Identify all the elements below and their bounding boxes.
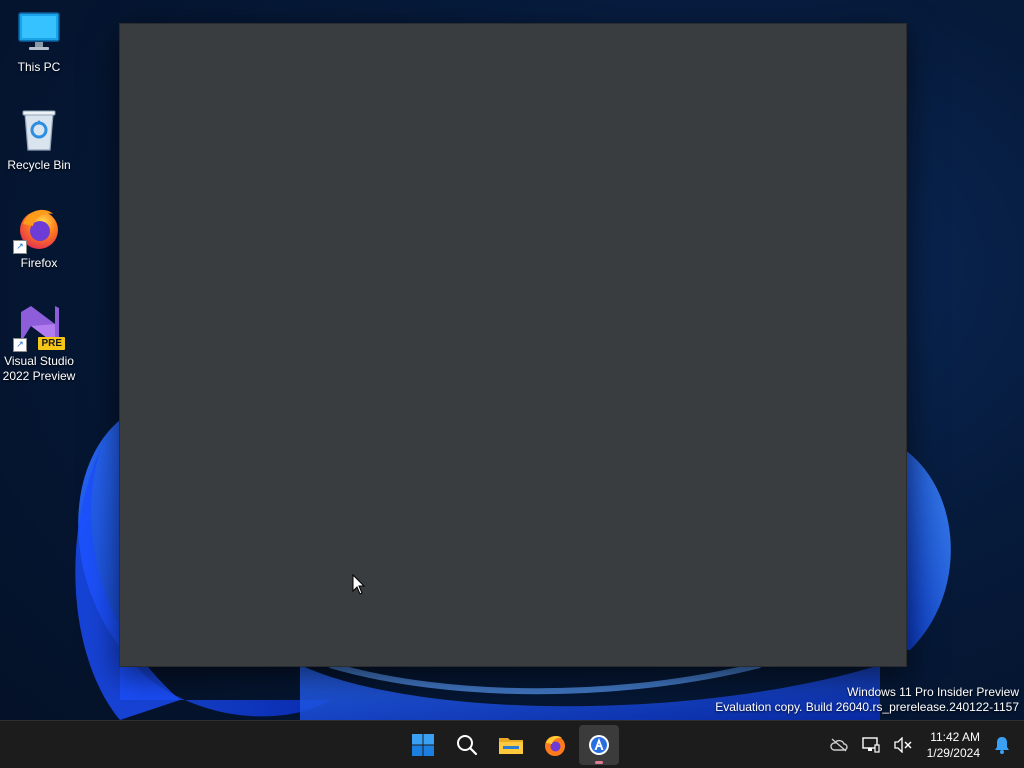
desktop-icon-label: Visual Studio 2022 Preview [2,354,76,383]
preview-badge: PRE [38,337,65,350]
folder-icon [499,738,523,754]
desktop-icon-label: Firefox [20,256,58,270]
desktop-icon-recycle-bin[interactable]: Recycle Bin [0,106,78,173]
firefox-taskbar-button[interactable] [535,725,575,765]
windows-logo-icon [412,734,434,756]
shortcut-arrow-icon: ↗ [13,240,27,254]
visual-studio-icon: PRE ↗ [13,302,65,352]
desktop-icon-this-pc[interactable]: This PC [0,8,78,75]
volume-muted-icon[interactable] [891,733,915,757]
firefox-icon: ↗ [13,204,63,254]
desktop-icon-visual-studio[interactable]: PRE ↗ Visual Studio 2022 Preview [0,302,78,384]
taskbar: 11:42 AM 1/29/2024 [0,720,1024,768]
watermark-edition: Windows 11 Pro Insider Preview [847,685,1019,699]
app-icon [589,735,609,755]
desktop-icon-label: This PC [17,60,61,74]
desktop-icon-firefox[interactable]: ↗ Firefox [0,204,78,271]
clock-time: 11:42 AM [930,730,980,744]
network-icon[interactable] [859,733,883,757]
onedrive-offline-icon[interactable] [827,733,851,757]
system-tray: 11:42 AM 1/29/2024 [823,721,1024,768]
search-icon [457,735,478,756]
active-app-button[interactable] [579,725,619,765]
start-button[interactable] [403,725,443,765]
recycle-bin-icon [15,106,63,154]
evaluation-watermark: Windows 11 Pro Insider Preview Evaluatio… [715,685,1019,715]
monitor-icon [15,8,63,56]
clock[interactable]: 11:42 AM 1/29/2024 [927,729,980,761]
search-button[interactable] [447,725,487,765]
file-explorer-button[interactable] [491,725,531,765]
bell-icon[interactable] [990,733,1014,757]
desktop-icon-label: Recycle Bin [7,158,71,172]
app-window[interactable] [119,23,907,667]
watermark-build: Evaluation copy. Build 26040.rs_prerelea… [715,700,1019,714]
shortcut-arrow-icon: ↗ [13,338,27,352]
mouse-cursor-icon [352,574,366,595]
taskbar-apps [403,725,619,765]
clock-date: 1/29/2024 [926,746,980,760]
firefox-icon [545,735,565,756]
